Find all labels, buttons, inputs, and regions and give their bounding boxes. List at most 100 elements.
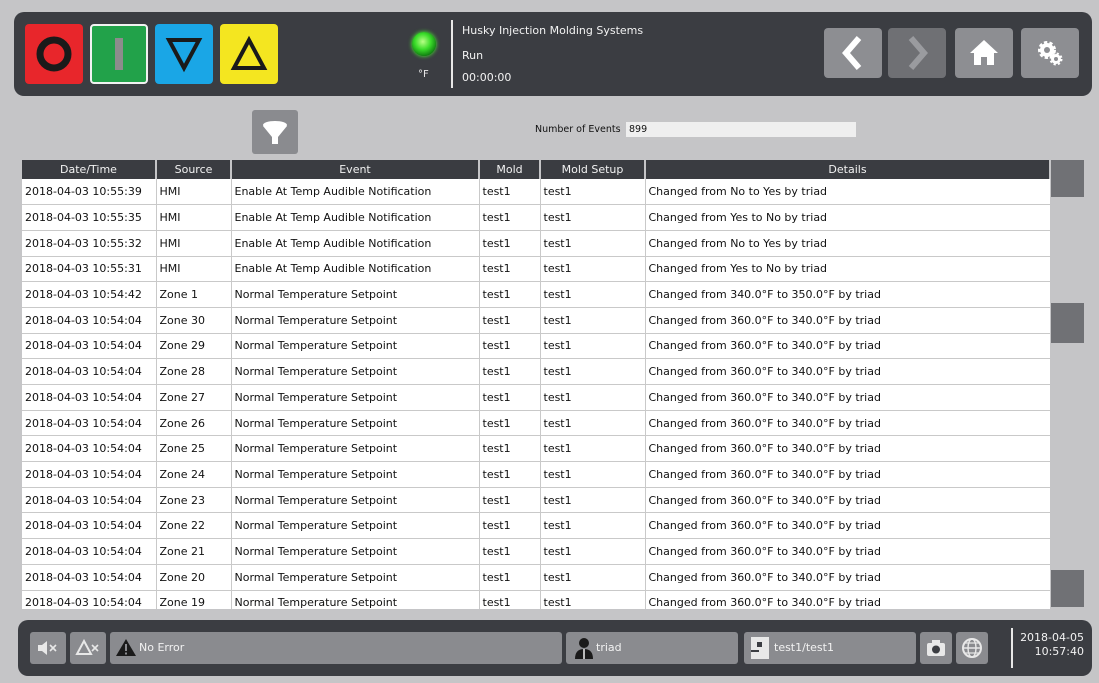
- cell-source: Zone 27: [156, 384, 232, 411]
- events-count-value: 899: [626, 122, 856, 137]
- table-row[interactable]: 2018-04-03 10:54:04 Zone 28 Normal Tempera…: [22, 358, 1050, 385]
- home-button[interactable]: [955, 28, 1013, 78]
- cell-details: Changed from 360.0°F to 340.0°F by triad: [645, 410, 1050, 437]
- table-row[interactable]: 2018-04-03 10:54:04 Zone 26 Normal Tempera…: [22, 410, 1050, 437]
- cell-event: Normal Temperature Setpoint: [231, 590, 480, 609]
- cell-event: Normal Temperature Setpoint: [231, 487, 480, 514]
- table-row[interactable]: 2018-04-03 10:54:04 Zone 19 Normal Tempera…: [22, 590, 1050, 609]
- cell-source: Zone 26: [156, 410, 232, 437]
- cell-source: Zone 28: [156, 358, 232, 385]
- scroll-up-button[interactable]: [1051, 160, 1084, 197]
- scroll-down-button[interactable]: [1051, 570, 1084, 607]
- globe-icon: [962, 638, 982, 658]
- column-header-mold-setup[interactable]: Mold Setup: [540, 160, 646, 179]
- cell-mold-setup: test1: [540, 204, 646, 231]
- mute-alarm-button[interactable]: [70, 632, 106, 664]
- cell-datetime: 2018-04-03 10:54:04: [22, 564, 157, 591]
- table-row[interactable]: 2018-04-03 10:54:04 Zone 29 Normal Tempera…: [22, 333, 1050, 360]
- cell-datetime: 2018-04-03 10:54:42: [22, 281, 157, 308]
- scroll-thumb[interactable]: [1051, 303, 1084, 343]
- column-header-mold[interactable]: Mold: [479, 160, 541, 179]
- cell-datetime: 2018-04-03 10:54:04: [22, 538, 157, 565]
- screenshot-button[interactable]: [920, 632, 952, 664]
- table-row[interactable]: 2018-04-03 10:54:04 Zone 25 Normal Tempera…: [22, 435, 1050, 463]
- cell-source: Zone 20: [156, 564, 232, 591]
- cell-mold-setup: test1: [540, 410, 646, 437]
- chevron-right-icon: [908, 36, 928, 70]
- back-button[interactable]: [824, 28, 882, 78]
- cell-details: Changed from 360.0°F to 340.0°F by triad: [645, 564, 1050, 591]
- table-row[interactable]: 2018-04-03 10:54:04 Zone 23 Normal Tempera…: [22, 487, 1050, 514]
- cell-mold-setup: test1: [540, 461, 646, 488]
- cell-mold: test1: [479, 230, 541, 257]
- run-mode-button[interactable]: [90, 24, 148, 84]
- cell-mold-setup: test1: [540, 179, 646, 206]
- cell-mold: test1: [479, 564, 541, 591]
- cell-mold: test1: [479, 333, 541, 360]
- settings-button[interactable]: [1021, 28, 1079, 78]
- mold-setup-name: test1/test1: [774, 641, 834, 654]
- table-scrollbar[interactable]: [1050, 160, 1085, 609]
- cell-event: Enable At Temp Audible Notification: [231, 179, 480, 206]
- home-icon: [970, 40, 998, 65]
- cell-mold-setup: test1: [540, 564, 646, 591]
- table-header-row: Date/Time Source Event Mold Mold Setup D…: [22, 160, 1050, 179]
- table-row[interactable]: 2018-04-03 10:54:04 Zone 22 Normal Tempera…: [22, 512, 1050, 540]
- language-button[interactable]: [956, 632, 988, 664]
- user-button[interactable]: triad: [566, 632, 738, 664]
- cell-mold-setup: test1: [540, 538, 646, 565]
- cell-event: Enable At Temp Audible Notification: [231, 256, 480, 283]
- cell-datetime: 2018-04-03 10:54:04: [22, 384, 157, 411]
- cell-datetime: 2018-04-03 10:55:35: [22, 204, 157, 231]
- table-row[interactable]: 2018-04-03 10:54:04 Zone 30 Normal Tempera…: [22, 307, 1050, 334]
- column-header-details[interactable]: Details: [645, 160, 1050, 179]
- cell-event: Normal Temperature Setpoint: [231, 461, 480, 488]
- table-row[interactable]: 2018-04-03 10:54:04 Zone 27 Normal Tempera…: [22, 384, 1050, 411]
- cell-source: Zone 1: [156, 281, 232, 308]
- machine-state: Run: [462, 49, 484, 62]
- error-status-text: No Error: [139, 641, 185, 654]
- table-row[interactable]: 2018-04-03 10:54:04 Zone 21 Normal Tempera…: [22, 538, 1050, 565]
- cell-details: Changed from Yes to No by triad: [645, 256, 1050, 283]
- cell-mold-setup: test1: [540, 358, 646, 385]
- triangle-up-button[interactable]: [220, 24, 278, 84]
- mute-sound-button[interactable]: [30, 632, 66, 664]
- table-row[interactable]: 2018-04-03 10:54:04 Zone 20 Normal Tempera…: [22, 564, 1050, 591]
- table-row[interactable]: 2018-04-03 10:55:31 HMI Enable At Temp Aud…: [22, 256, 1050, 283]
- warning-icon: [116, 639, 136, 656]
- table-row[interactable]: 2018-04-03 10:55:32 HMI Enable At Temp Aud…: [22, 230, 1050, 257]
- triangle-down-button[interactable]: [155, 24, 213, 84]
- table-row[interactable]: 2018-04-03 10:54:42 Zone 1 Normal Temperat…: [22, 281, 1050, 308]
- user-icon: [575, 638, 593, 659]
- cell-mold-setup: test1: [540, 230, 646, 257]
- funnel-icon: [263, 121, 287, 144]
- top-bar: °F Husky Injection Molding Systems Run 0…: [14, 12, 1092, 96]
- bottom-bar: No Error triad test1/test1 2018-04-05 10…: [18, 620, 1092, 676]
- table-row[interactable]: 2018-04-03 10:55:35 HMI Enable At Temp Aud…: [22, 204, 1050, 231]
- cell-mold: test1: [479, 384, 541, 411]
- chevron-left-icon: [842, 36, 862, 70]
- cell-details: Changed from 360.0°F to 340.0°F by triad: [645, 435, 1050, 463]
- column-header-source[interactable]: Source: [156, 160, 232, 179]
- user-name: triad: [596, 641, 622, 654]
- cell-event: Normal Temperature Setpoint: [231, 307, 480, 334]
- mold-setup-button[interactable]: test1/test1: [744, 632, 916, 664]
- filter-button[interactable]: [252, 110, 298, 154]
- cell-event: Normal Temperature Setpoint: [231, 538, 480, 565]
- column-header-datetime[interactable]: Date/Time: [22, 160, 157, 179]
- forward-button[interactable]: [888, 28, 946, 78]
- cell-mold-setup: test1: [540, 333, 646, 360]
- table-body: 2018-04-03 10:55:39 HMI Enable At Temp Aud…: [22, 179, 1050, 609]
- table-row[interactable]: 2018-04-03 10:54:04 Zone 24 Normal Tempera…: [22, 461, 1050, 488]
- cell-mold-setup: test1: [540, 487, 646, 514]
- cell-event: Normal Temperature Setpoint: [231, 281, 480, 308]
- error-status-button[interactable]: No Error: [110, 632, 562, 664]
- cell-mold-setup: test1: [540, 512, 646, 540]
- table-row[interactable]: 2018-04-03 10:55:39 HMI Enable At Temp Aud…: [22, 179, 1050, 206]
- cell-mold: test1: [479, 281, 541, 308]
- stop-mode-button[interactable]: [25, 24, 83, 84]
- column-header-event[interactable]: Event: [231, 160, 480, 179]
- cell-source: HMI: [156, 256, 232, 283]
- gears-icon: [1038, 41, 1063, 66]
- triangle-up-icon: [230, 35, 268, 70]
